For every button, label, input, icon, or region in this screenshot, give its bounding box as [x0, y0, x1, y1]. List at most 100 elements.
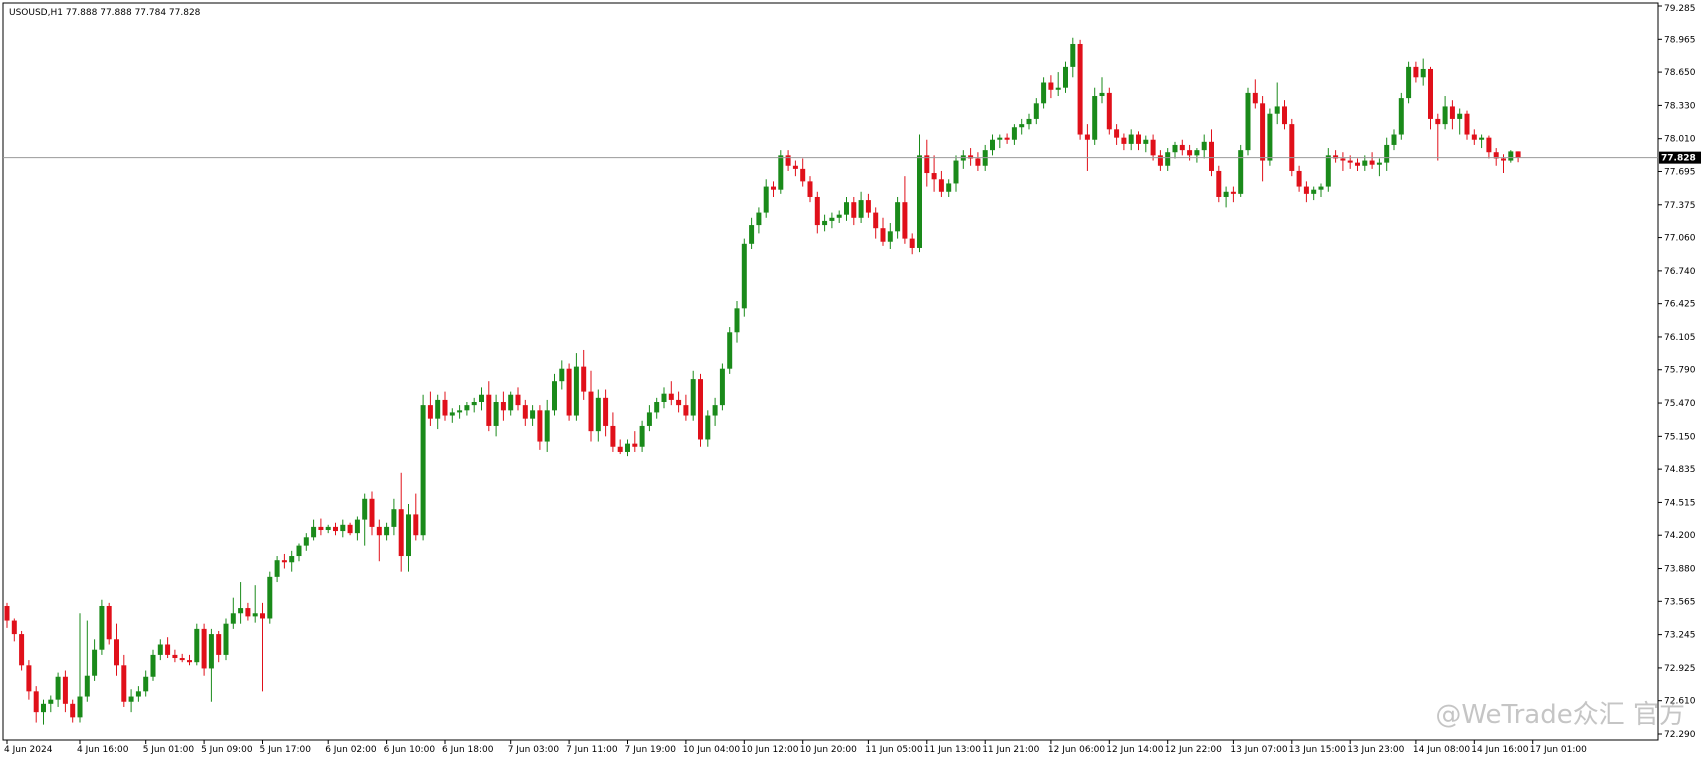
candle-body [128, 696, 134, 702]
x-tick-label: 14 Jun 08:00 [1413, 745, 1470, 755]
candle-body [610, 425, 616, 447]
candle-body [646, 412, 652, 426]
x-tick-label: 4 Jun 2024 [4, 745, 53, 755]
ohlc-readout: 77.888 77.888 77.784 77.828 [66, 8, 201, 18]
candle-body [581, 366, 587, 392]
candle-body [77, 696, 83, 718]
candle-body [420, 405, 426, 536]
candle-body [1084, 134, 1090, 140]
candle-body [1384, 144, 1390, 163]
candle [106, 602, 112, 645]
candle-body [1092, 96, 1098, 140]
candle-body [376, 526, 382, 536]
candle-body [931, 173, 937, 180]
candle-body [1150, 139, 1156, 156]
x-tick-label: 11 Jun 21:00 [982, 745, 1039, 755]
candle-body [530, 410, 536, 419]
candle-body [1172, 144, 1178, 153]
candle-body [873, 212, 879, 229]
candle-body [99, 605, 105, 650]
candle-body [1311, 189, 1317, 194]
candle [223, 618, 229, 661]
candle [1216, 165, 1222, 203]
y-tick-label: 74.835 [1664, 465, 1696, 475]
candle [1077, 39, 1083, 140]
candle-body [909, 238, 915, 248]
candle-body [1157, 155, 1163, 166]
candle-body [537, 410, 543, 442]
candle-body [1238, 150, 1244, 194]
candle [1092, 87, 1098, 145]
candle-body [814, 196, 820, 226]
price-chart[interactable]: USOUSD,H1 77.888 77.888 77.784 77.828 79… [0, 0, 1703, 759]
candle-body [1004, 137, 1010, 140]
candle-body [391, 509, 397, 527]
candle-body [347, 524, 353, 534]
y-tick-label: 75.470 [1664, 399, 1696, 409]
candle-body [4, 605, 10, 621]
candle-body [1077, 43, 1083, 135]
candle-body [1479, 137, 1485, 140]
candle-body [1435, 118, 1441, 125]
candle-body [157, 644, 163, 655]
candle-body [727, 332, 733, 369]
candle-body [552, 381, 557, 411]
x-tick-label: 12 Jun 22:00 [1165, 745, 1222, 755]
candle-body [990, 139, 995, 151]
plot-area[interactable] [2, 2, 1659, 741]
candle-body [829, 217, 835, 221]
candle-body [223, 623, 229, 655]
candle-body [179, 658, 185, 661]
candle-body [427, 405, 433, 419]
y-tick-label: 74.200 [1664, 531, 1696, 541]
candle-body [1340, 158, 1346, 161]
candle [1406, 61, 1412, 104]
candle-body [778, 155, 784, 190]
candle [1398, 92, 1404, 140]
candle-body [865, 200, 871, 213]
candle-body [303, 537, 309, 546]
candle-body [1325, 155, 1331, 187]
candle-body [559, 368, 565, 382]
y-tick-label: 79.285 [1664, 4, 1696, 14]
candle-body [289, 556, 295, 563]
price-label-text: 77.828 [1661, 154, 1696, 164]
candle-body [1055, 87, 1061, 90]
y-tick-label: 78.330 [1664, 101, 1696, 111]
candle-body [734, 308, 740, 333]
candle-body [1398, 98, 1404, 135]
candle-body [165, 644, 171, 655]
candle-body [895, 202, 901, 232]
watermark: @WeTrade众汇 官方 [1435, 700, 1685, 730]
candle-body [325, 526, 331, 531]
x-tick-label: 7 Jun 03:00 [508, 745, 560, 755]
x-tick-label: 12 Jun 14:00 [1106, 745, 1163, 755]
candle-body [668, 393, 674, 400]
candle-body [33, 691, 39, 713]
candle-body [1260, 103, 1266, 161]
candle-body [1449, 106, 1455, 119]
candle-body [318, 526, 324, 531]
candle-body [1165, 152, 1171, 166]
candle-body [1209, 141, 1214, 171]
candle-body [573, 366, 579, 416]
candle-body [55, 676, 61, 700]
candle-body [719, 368, 725, 406]
candle-body [1194, 150, 1200, 156]
candle-body [114, 639, 119, 666]
candle-body [508, 394, 514, 411]
candle-body [603, 397, 609, 426]
y-tick-label: 75.150 [1664, 432, 1696, 442]
candle-body [1376, 162, 1382, 165]
candle-body [230, 613, 236, 624]
price-label: 77.828 [1659, 151, 1701, 164]
candle-body [1245, 92, 1251, 151]
y-tick-label: 77.060 [1664, 234, 1696, 244]
candle-body [1369, 160, 1375, 165]
candle [99, 599, 105, 655]
candle-body [369, 498, 375, 527]
candle-body [880, 228, 886, 242]
candle-body [698, 379, 703, 440]
x-tick-label: 14 Jun 16:00 [1471, 745, 1528, 755]
candle-body [807, 181, 813, 197]
